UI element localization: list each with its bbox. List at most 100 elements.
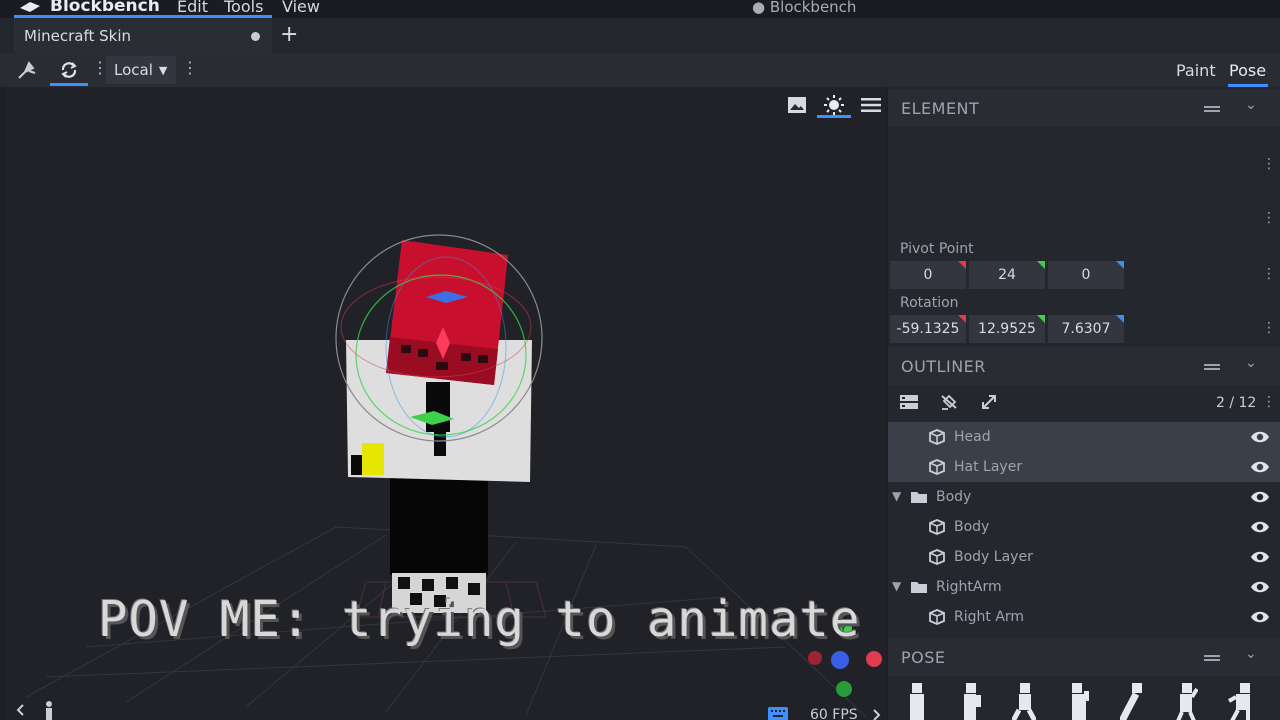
- pose-panel-title: POSE: [901, 648, 946, 667]
- selection-count: 2 / 12: [1216, 395, 1257, 411]
- drag-handle-icon[interactable]: [1204, 655, 1220, 661]
- pose-preset-icon[interactable]: [904, 683, 928, 720]
- pose-presets: [888, 675, 1280, 720]
- viewport-3d[interactable]: Y POV ME: trying to animate 60 FPS: [6, 87, 886, 720]
- outliner-row-body-layer[interactable]: Body Layer: [888, 542, 1280, 572]
- menu-view[interactable]: View: [282, 0, 320, 16]
- menu-bar: Blockbench Edit Tools View ● Blockbench: [0, 0, 1280, 18]
- pivot-point-label: Pivot Point: [900, 241, 974, 257]
- sun-icon[interactable]: [822, 93, 846, 117]
- pose-preset-icon[interactable]: [958, 683, 982, 720]
- pivot-z-value: 0: [1081, 267, 1091, 283]
- element-panel-title: ELEMENT: [901, 99, 980, 118]
- chevron-down-icon[interactable]: ⌄: [1245, 355, 1257, 371]
- rotation-x-field[interactable]: -59.1325: [890, 315, 966, 343]
- character-head[interactable]: [386, 240, 508, 385]
- rotation-z-value: 7.6307: [1061, 321, 1111, 337]
- keyboard-icon[interactable]: [768, 707, 788, 720]
- pivot-y-field[interactable]: 24: [969, 261, 1045, 289]
- pose-panel-header[interactable]: POSE ⌄: [888, 638, 1280, 676]
- eye-icon[interactable]: [1250, 549, 1270, 565]
- pose-tool-button[interactable]: [14, 57, 40, 83]
- drag-handle-icon[interactable]: [1204, 106, 1220, 112]
- pose-preset-icon[interactable]: [1012, 683, 1036, 720]
- pivot-y-value: 24: [998, 267, 1016, 283]
- chevron-right-icon[interactable]: [870, 709, 882, 720]
- add-group-button[interactable]: [898, 391, 920, 413]
- pivot-x-value: 0: [923, 267, 933, 283]
- more-icon[interactable]: ⋮: [1262, 321, 1276, 335]
- pose-preset-icon[interactable]: [1120, 683, 1144, 720]
- axis-y-marker: [1037, 261, 1045, 269]
- rotate-tool-button[interactable]: [50, 57, 88, 86]
- pivot-x-field[interactable]: 0: [890, 261, 966, 289]
- more-icon[interactable]: ⋮: [1262, 395, 1276, 409]
- no-paint-icon: [941, 394, 957, 410]
- outliner-row-label: Right Arm: [954, 609, 1025, 625]
- outliner-row-label: Body Layer: [954, 549, 1033, 565]
- outliner-row-right-arm[interactable]: Right Arm: [888, 602, 1280, 632]
- eye-icon[interactable]: [1250, 609, 1270, 625]
- outliner-row-head[interactable]: Head: [888, 422, 1280, 452]
- image-icon[interactable]: [785, 93, 809, 117]
- pose-preset-icon[interactable]: [1228, 683, 1252, 720]
- rotation-z-field[interactable]: 7.6307: [1048, 315, 1124, 343]
- axis-x-marker: [958, 261, 966, 269]
- outliner-panel-header[interactable]: OUTLINER ⌄: [888, 347, 1280, 385]
- outliner-row-hat-layer[interactable]: Hat Layer: [888, 452, 1280, 482]
- eye-icon[interactable]: [1250, 489, 1270, 505]
- pose-tool-icon: [18, 61, 36, 79]
- toolbar-more-icon-2[interactable]: ⋮: [182, 60, 198, 76]
- menu-tools[interactable]: Tools: [224, 0, 263, 16]
- chevron-down-icon[interactable]: ▼: [892, 579, 901, 593]
- mode-pose-tab[interactable]: Pose: [1229, 61, 1266, 80]
- window-title: ● Blockbench: [752, 0, 857, 16]
- mode-paint-tab[interactable]: Paint: [1176, 61, 1216, 80]
- cube-icon: [929, 549, 945, 565]
- outliner-panel-title: OUTLINER: [901, 357, 986, 376]
- outliner-row-body[interactable]: Body: [888, 512, 1280, 542]
- axis-z-marker: [1116, 261, 1124, 269]
- axis-z-marker: [1116, 315, 1124, 323]
- eye-icon[interactable]: [1250, 519, 1270, 535]
- axis-x-marker: [958, 315, 966, 323]
- unsaved-dot-icon[interactable]: [251, 32, 260, 41]
- rotation-y-field[interactable]: 12.9525: [969, 315, 1045, 343]
- element-panel-header[interactable]: ELEMENT ⌄: [888, 89, 1280, 127]
- menu-edit[interactable]: Edit: [177, 0, 208, 16]
- rotation-y-value: 12.9525: [978, 321, 1036, 337]
- toggle-visibility-button[interactable]: [938, 391, 960, 413]
- menu-icon[interactable]: [859, 93, 883, 117]
- more-icon[interactable]: ⋮: [1262, 267, 1276, 281]
- more-icon[interactable]: ⋮: [1262, 157, 1276, 171]
- space-select-value: Local: [114, 61, 153, 79]
- space-select[interactable]: Local ▼: [106, 56, 176, 84]
- more-icon[interactable]: ⋮: [1262, 211, 1276, 225]
- sun-active-indicator: [817, 115, 851, 118]
- pivot-z-field[interactable]: 0: [1048, 261, 1124, 289]
- blockbench-logo-icon: [20, 2, 40, 12]
- chevron-down-icon[interactable]: ⌄: [1245, 97, 1257, 113]
- person-icon[interactable]: [42, 700, 56, 720]
- tab-minecraft-skin[interactable]: Minecraft Skin: [14, 18, 272, 53]
- new-tab-button[interactable]: +: [280, 22, 298, 47]
- pose-preset-icon[interactable]: [1174, 683, 1198, 720]
- app-logo[interactable]: Blockbench: [18, 0, 160, 16]
- app-name: Blockbench: [50, 0, 160, 16]
- outliner-row-rightarm-group[interactable]: ▼ RightArm: [888, 572, 1280, 602]
- chevron-left-icon[interactable]: [14, 703, 28, 717]
- expand-all-button[interactable]: [978, 391, 1000, 413]
- eye-icon[interactable]: [1250, 459, 1270, 475]
- rotation-x-value: -59.1325: [896, 321, 960, 337]
- pose-preset-icon[interactable]: [1066, 683, 1090, 720]
- drag-handle-icon[interactable]: [1204, 364, 1220, 370]
- fps-counter: 60 FPS: [810, 707, 858, 720]
- chevron-down-icon[interactable]: ▼: [892, 489, 901, 503]
- outliner-row-label: Head: [954, 429, 991, 445]
- outliner-row-body-group[interactable]: ▼ Body: [888, 482, 1280, 512]
- outliner-row-label: RightArm: [936, 579, 1002, 595]
- cube-icon: [929, 609, 945, 625]
- chevron-down-icon[interactable]: ⌄: [1245, 646, 1257, 662]
- eye-icon[interactable]: [1250, 429, 1270, 445]
- eye-icon[interactable]: [1250, 579, 1270, 595]
